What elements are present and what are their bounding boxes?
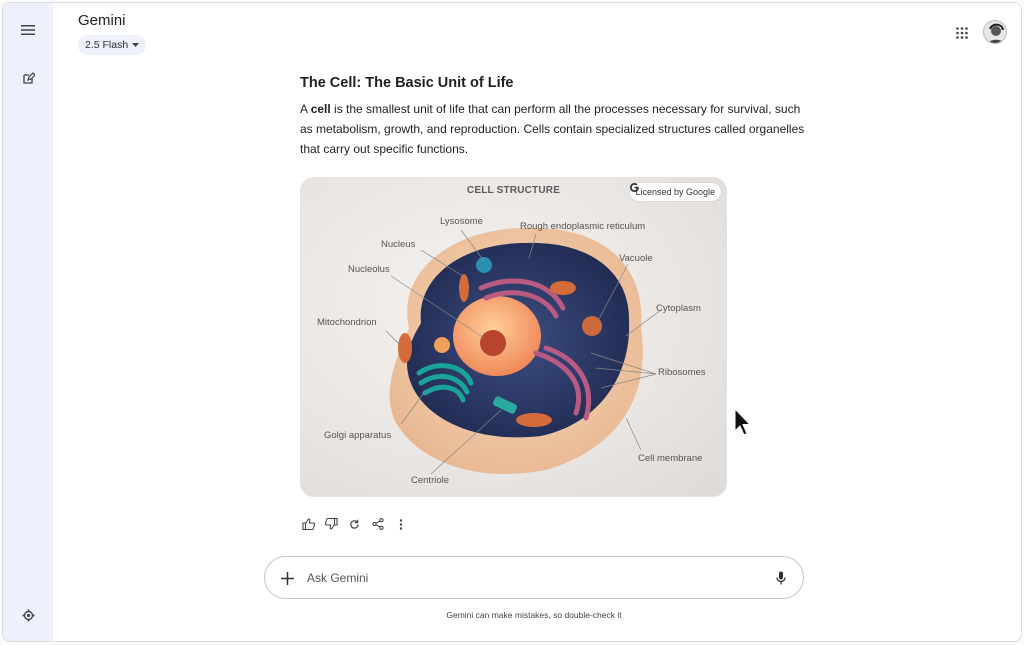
refresh-icon: [350, 519, 359, 529]
lysosome-shape: [476, 257, 492, 273]
prompt-input[interactable]: [307, 567, 747, 589]
label-nucleolus: Nucleolus: [348, 264, 390, 275]
para-rest: is the smallest unit of life that can pe…: [300, 102, 805, 156]
label-mitochondrion: Mitochondrion: [317, 317, 377, 328]
mitochondrion-shape-4: [516, 413, 552, 427]
add-button[interactable]: [277, 568, 297, 588]
share-button[interactable]: [369, 516, 386, 533]
mouse-cursor-icon: [734, 408, 752, 436]
mitochondrion-shape-3: [550, 281, 576, 295]
apps-grid-icon: [956, 27, 968, 39]
label-golgi: Golgi apparatus: [324, 430, 392, 441]
para-bold-term: cell: [310, 102, 331, 116]
apps-button[interactable]: [952, 23, 972, 43]
more-vert-icon: [399, 518, 402, 530]
label-cytoplasm: Cytoplasm: [656, 303, 701, 314]
thumbs-down-icon: [325, 518, 338, 530]
app-window: Gemini 2.5 Flash The Cell: The Basic Uni…: [2, 2, 1022, 642]
settings-button[interactable]: [16, 603, 40, 627]
small-organelle-shape: [434, 337, 450, 353]
label-lysosome: Lysosome: [440, 216, 483, 227]
nucleolus-shape: [480, 330, 506, 356]
google-g-icon: [630, 183, 640, 192]
gear-icon: [21, 608, 35, 622]
caret-down-icon: [132, 42, 140, 47]
avatar[interactable]: [983, 20, 1007, 44]
response-paragraph: A cell is the smallest unit of life that…: [300, 99, 805, 159]
model-label: 2.5 Flash: [85, 39, 129, 51]
license-badge[interactable]: Licensed by Google: [630, 183, 721, 201]
model-selector[interactable]: 2.5 Flash: [78, 35, 147, 55]
top-bar: Gemini 2.5 Flash: [53, 3, 1021, 63]
label-centriole: Centriole: [411, 475, 450, 486]
mitochondrion-shape-2: [459, 274, 469, 302]
more-options-button[interactable]: [392, 516, 409, 533]
thumbs-up-icon: [302, 518, 315, 530]
cell-structure-image[interactable]: CELL STRUCTURE Licensed by Google Lysoso…: [300, 177, 727, 497]
label-nucleus: Nucleus: [381, 239, 416, 250]
disclaimer-text: Gemini can make mistakes, so double-chec…: [446, 610, 622, 620]
prompt-box: [264, 556, 804, 599]
label-vacuole: Vacuole: [619, 253, 653, 264]
new-chat-button[interactable]: [16, 66, 40, 90]
label-rough-er: Rough endoplasmic reticulum: [520, 221, 646, 232]
label-cell-membrane: Cell membrane: [638, 453, 703, 464]
label-ribosomes: Ribosomes: [658, 367, 706, 378]
regenerate-button[interactable]: [346, 516, 363, 533]
response-actions: [300, 515, 409, 533]
mitochondrion-shape: [398, 333, 412, 363]
cell-illustration: [385, 227, 662, 475]
menu-icon: [21, 25, 35, 35]
mic-icon: [776, 571, 786, 585]
thumbs-up-button[interactable]: [300, 516, 317, 533]
license-label: Licensed by Google: [635, 187, 715, 197]
menu-button[interactable]: [16, 18, 40, 42]
side-rail: [3, 3, 53, 641]
para-prefix: A: [300, 102, 311, 116]
edit-icon: [22, 71, 35, 84]
share-icon: [371, 518, 384, 530]
mic-button[interactable]: [771, 568, 791, 588]
app-title: Gemini: [78, 12, 126, 29]
response-content: The Cell: The Basic Unit of Life A cell …: [300, 75, 805, 159]
thumbs-down-button[interactable]: [323, 516, 340, 533]
plus-icon: [280, 571, 294, 585]
response-title: The Cell: The Basic Unit of Life: [300, 75, 514, 91]
avatar-image: [984, 21, 1006, 43]
